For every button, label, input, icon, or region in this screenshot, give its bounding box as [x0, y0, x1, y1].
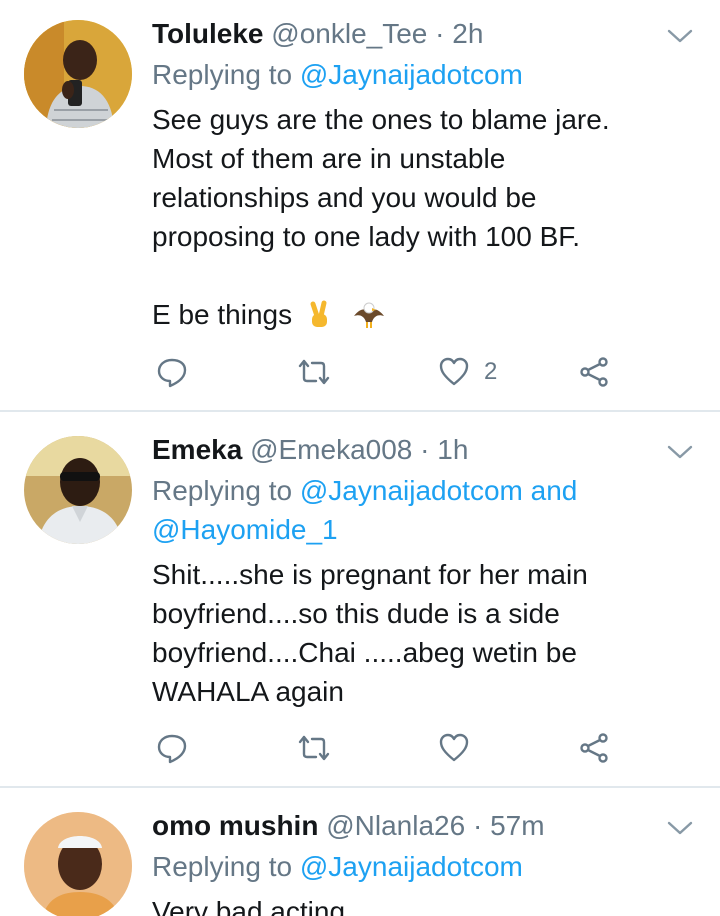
text-line: relationships and you would be: [152, 182, 537, 213]
retweet-button[interactable]: [296, 728, 332, 768]
author-name[interactable]: omo mushin: [152, 810, 318, 841]
tweet-2[interactable]: Emeka @Emeka008 · 1h Replying to @Jaynai…: [0, 412, 720, 786]
separator-dot: ·: [420, 434, 430, 465]
text-line: E be things: [152, 295, 692, 334]
text-line: Very bad acting: [152, 896, 346, 916]
mention-link[interactable]: @Jaynaijadotcom: [300, 475, 523, 506]
retweet-icon: [298, 735, 330, 761]
chevron-down-icon[interactable]: [664, 436, 696, 468]
author-name[interactable]: Emeka: [152, 434, 242, 465]
text-line: Shit.....she is pregnant for her main: [152, 559, 588, 590]
replying-prefix: Replying to: [152, 851, 293, 882]
text-line: See guys are the ones to blame jare.: [152, 104, 610, 135]
replying-to: Replying to @Jaynaijadotcom and @Hayomid…: [152, 471, 692, 549]
reply-button[interactable]: [156, 728, 188, 768]
tweet-text: Very bad acting: [152, 892, 692, 916]
timestamp[interactable]: 2h: [452, 18, 483, 49]
like-icon: [439, 733, 469, 762]
share-icon: [580, 357, 608, 387]
separator-dot: ·: [435, 18, 445, 49]
text-line: WAHALA again: [152, 676, 344, 707]
author-name[interactable]: Toluleke: [152, 18, 264, 49]
author-handle[interactable]: @Emeka008: [250, 434, 412, 465]
avatar[interactable]: [24, 20, 132, 128]
timestamp[interactable]: 57m: [490, 810, 544, 841]
like-count: 2: [484, 358, 498, 385]
text-line: boyfriend....Chai .....abeg wetin be: [152, 637, 577, 668]
tweet-actions: [152, 728, 632, 768]
author-handle[interactable]: @Nlanla26: [326, 810, 465, 841]
mention-link[interactable]: @Jaynaijadotcom: [300, 851, 523, 882]
victory-hand-emoji: [310, 300, 328, 327]
avatar[interactable]: [24, 812, 132, 916]
avatar[interactable]: [24, 436, 132, 544]
replying-prefix: Replying to: [152, 475, 293, 506]
text-line: boyfriend....so this dude is a side: [152, 598, 560, 629]
like-button[interactable]: 2: [438, 352, 497, 392]
reply-icon: [157, 734, 187, 764]
eagle-emoji: [354, 302, 385, 328]
reply-button[interactable]: [156, 352, 188, 392]
retweet-icon: [298, 359, 330, 385]
mention-link[interactable]: @Hayomide_1: [152, 514, 338, 545]
tweet-1[interactable]: Toluleke @onkle_Tee · 2h Replying to @Ja…: [0, 0, 720, 410]
replying-to: Replying to @Jaynaijadotcom: [152, 847, 523, 886]
chevron-down-icon[interactable]: [664, 20, 696, 52]
replying-to: Replying to @Jaynaijadotcom: [152, 55, 523, 94]
tweet-3[interactable]: omo mushin @Nlanla26 · 57m Replying to @…: [0, 788, 720, 916]
text-line: Most of them are in unstable: [152, 143, 506, 174]
tweet-actions: 2: [152, 352, 632, 392]
share-button[interactable]: [578, 728, 610, 768]
tweet-text: See guys are the ones to blame jare. Mos…: [152, 100, 692, 334]
timestamp[interactable]: 1h: [437, 434, 468, 465]
mention-joiner: and: [530, 475, 578, 506]
replying-prefix: Replying to: [152, 59, 293, 90]
like-icon: [439, 357, 469, 386]
text-line: proposing to one lady with 100 BF.: [152, 221, 581, 252]
author-handle[interactable]: @onkle_Tee: [271, 18, 427, 49]
like-button[interactable]: [438, 728, 470, 768]
mention-link[interactable]: @Jaynaijadotcom: [300, 59, 523, 90]
reply-icon: [157, 358, 187, 388]
share-button[interactable]: [578, 352, 610, 392]
separator-dot: ·: [472, 810, 483, 841]
retweet-button[interactable]: [296, 352, 332, 392]
share-icon: [580, 733, 608, 763]
tweet-text: Shit.....she is pregnant for her main bo…: [152, 555, 692, 711]
chevron-down-icon[interactable]: [664, 812, 696, 844]
